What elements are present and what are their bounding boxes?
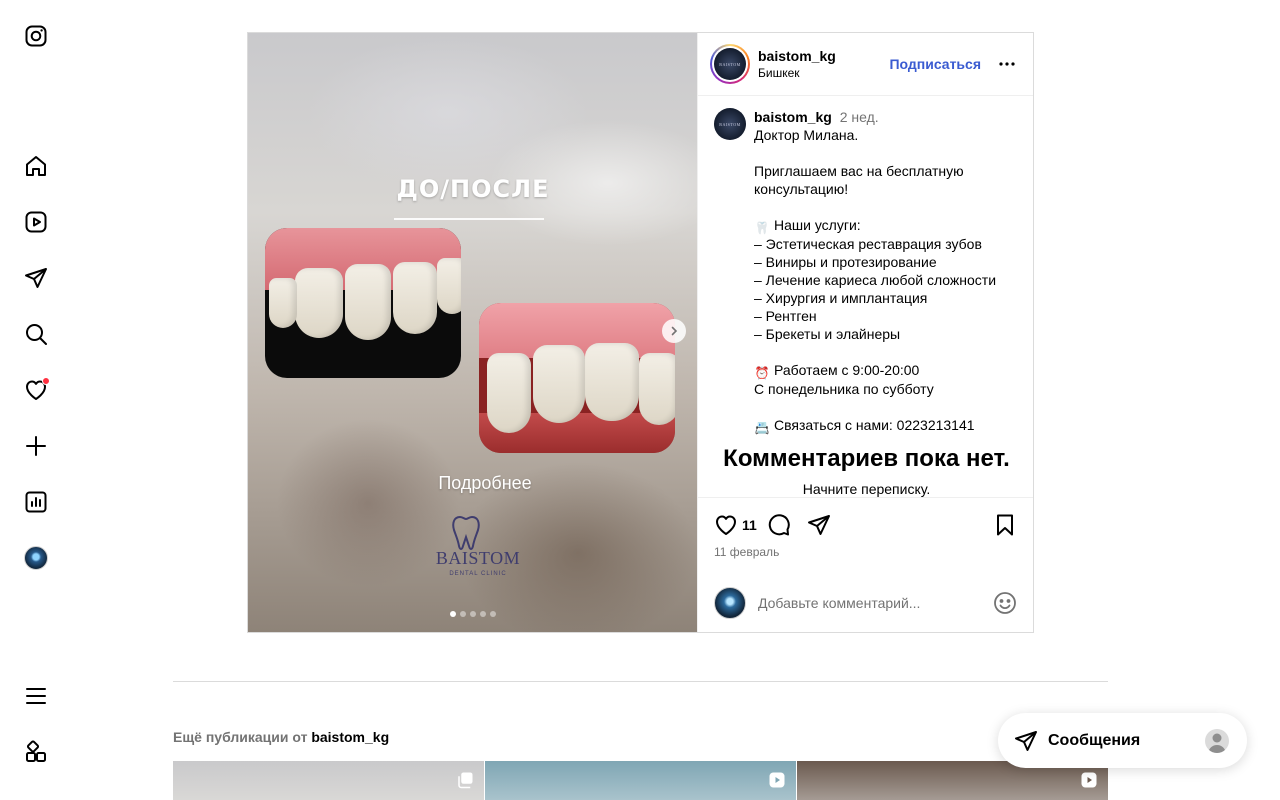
carousel-dot: [460, 611, 466, 617]
caption-line: – Хирургия и имплантация: [754, 290, 928, 306]
carousel-indicator: [248, 611, 697, 617]
before-teeth-photo: [265, 228, 461, 378]
direct-icon: [1015, 730, 1037, 751]
like-icon[interactable]: [712, 511, 740, 539]
more-publications-heading: Ещё публикации от baistom_kg: [173, 729, 390, 745]
caption-line: 📇 Связаться с нами: 0223213141: [754, 417, 975, 435]
carousel-dot: [470, 611, 476, 617]
phone-book-icon: 📇: [754, 421, 770, 435]
heart-icon[interactable]: [20, 374, 52, 406]
caption-avatar[interactable]: BAISTOM: [714, 108, 746, 140]
caption-line: – Брекеты и элайнеры: [754, 326, 901, 342]
next-slide-button[interactable]: [662, 319, 686, 343]
image-title-underline: [394, 218, 544, 220]
follow-button[interactable]: Подписаться: [889, 56, 981, 72]
caption-text: baistom_kg 2 нед. Доктор Милана. Приглаша…: [754, 108, 1004, 435]
messages-avatar: [1205, 728, 1229, 753]
caption-line: – Лечение кариеса любой сложности: [754, 272, 997, 288]
chevron-right-icon: [671, 326, 678, 336]
section-divider: [173, 681, 1108, 682]
reels-icon: [769, 772, 785, 788]
brand-subtitle: DENTAL CLINIC: [449, 571, 507, 577]
comment-icon[interactable]: [765, 511, 793, 539]
caption-line: ⏰ Работаем с 9:00-20:00: [754, 362, 920, 380]
post-card: ДО/ПОСЛЕ Подробнее BAISTOM DENTAL CLINIC: [247, 32, 1034, 633]
start-conversation-text: Начните переписку.: [802, 481, 931, 497]
emoji-icon[interactable]: [993, 591, 1017, 615]
left-nav-rail: [0, 0, 72, 800]
more-options-icon[interactable]: [995, 52, 1019, 76]
like-count[interactable]: 11: [742, 517, 757, 533]
instagram-icon[interactable]: [20, 20, 52, 52]
caption-line: Доктор Милана.: [754, 127, 859, 143]
direct-icon[interactable]: [20, 262, 52, 294]
more-apps-icon[interactable]: [20, 736, 52, 768]
author-avatar[interactable]: BAISTOM: [710, 44, 750, 84]
reels-icon: [1081, 772, 1097, 788]
caption-time: 2 нед.: [839, 109, 879, 125]
menu-icon[interactable]: [20, 680, 52, 712]
post-date: 11 февраль: [714, 545, 780, 559]
publication-thumbnail[interactable]: [173, 761, 484, 800]
notification-dot: [42, 377, 50, 385]
profile-avatar[interactable]: [20, 542, 52, 574]
post-actions: 11 11 февраль: [698, 497, 1033, 632]
search-icon[interactable]: [20, 318, 52, 350]
home-icon[interactable]: [20, 150, 52, 182]
viewer-avatar: [714, 587, 746, 619]
caption-username[interactable]: baistom_kg: [754, 109, 832, 125]
messages-button[interactable]: Сообщения: [998, 713, 1247, 768]
carousel-dot: [490, 611, 496, 617]
carousel-dot: [450, 611, 456, 617]
after-teeth-photo: [479, 303, 675, 453]
caption-line: – Виниры и протезирование: [754, 254, 937, 270]
carousel-icon: [458, 772, 473, 789]
caption-line: 🦷 Наши услуги:: [754, 217, 861, 235]
dashboard-icon[interactable]: [20, 486, 52, 518]
tooth-icon: 🦷: [754, 221, 770, 235]
image-title: ДО/ПОСЛЕ: [396, 175, 550, 203]
caption-line: – Эстетическая реставрация зубов: [754, 236, 982, 252]
publication-thumbnail[interactable]: [485, 761, 796, 800]
comment-composer: [714, 587, 1017, 619]
more-publications-username[interactable]: baistom_kg: [311, 729, 389, 745]
create-icon[interactable]: [20, 430, 52, 462]
no-comments-heading: Комментариев пока нет.: [723, 445, 1010, 472]
caption-line: Приглашаем вас на бесплатную: [754, 163, 964, 179]
messages-label: Сообщения: [1048, 731, 1141, 749]
caption-line: С понедельника по субботу: [754, 381, 934, 397]
caption-line: консультацию!: [754, 181, 849, 197]
comment-input[interactable]: [758, 595, 993, 611]
post-image[interactable]: ДО/ПОСЛЕ Подробнее BAISTOM DENTAL CLINIC: [248, 33, 698, 632]
image-more-text: Подробнее: [438, 473, 532, 493]
share-icon[interactable]: [805, 511, 833, 539]
caption-line: – Рентген: [754, 308, 817, 324]
carousel-dot: [480, 611, 486, 617]
post-header: BAISTOM baistom_kg Бишкек Подписаться: [698, 33, 1033, 96]
author-username[interactable]: baistom_kg: [758, 48, 836, 64]
more-publications-grid: [173, 761, 1108, 800]
alarm-clock-icon: ⏰: [754, 366, 770, 380]
brand-name: BAISTOM: [435, 548, 521, 568]
bookmark-icon[interactable]: [991, 511, 1019, 539]
reels-icon[interactable]: [20, 206, 52, 238]
post-sidebar: BAISTOM baistom_kg Бишкек Подписаться BA…: [698, 33, 1033, 632]
caption-area: BAISTOM baistom_kg 2 нед. Доктор Милана.…: [698, 96, 1033, 497]
post-location[interactable]: Бишкек: [758, 66, 836, 80]
